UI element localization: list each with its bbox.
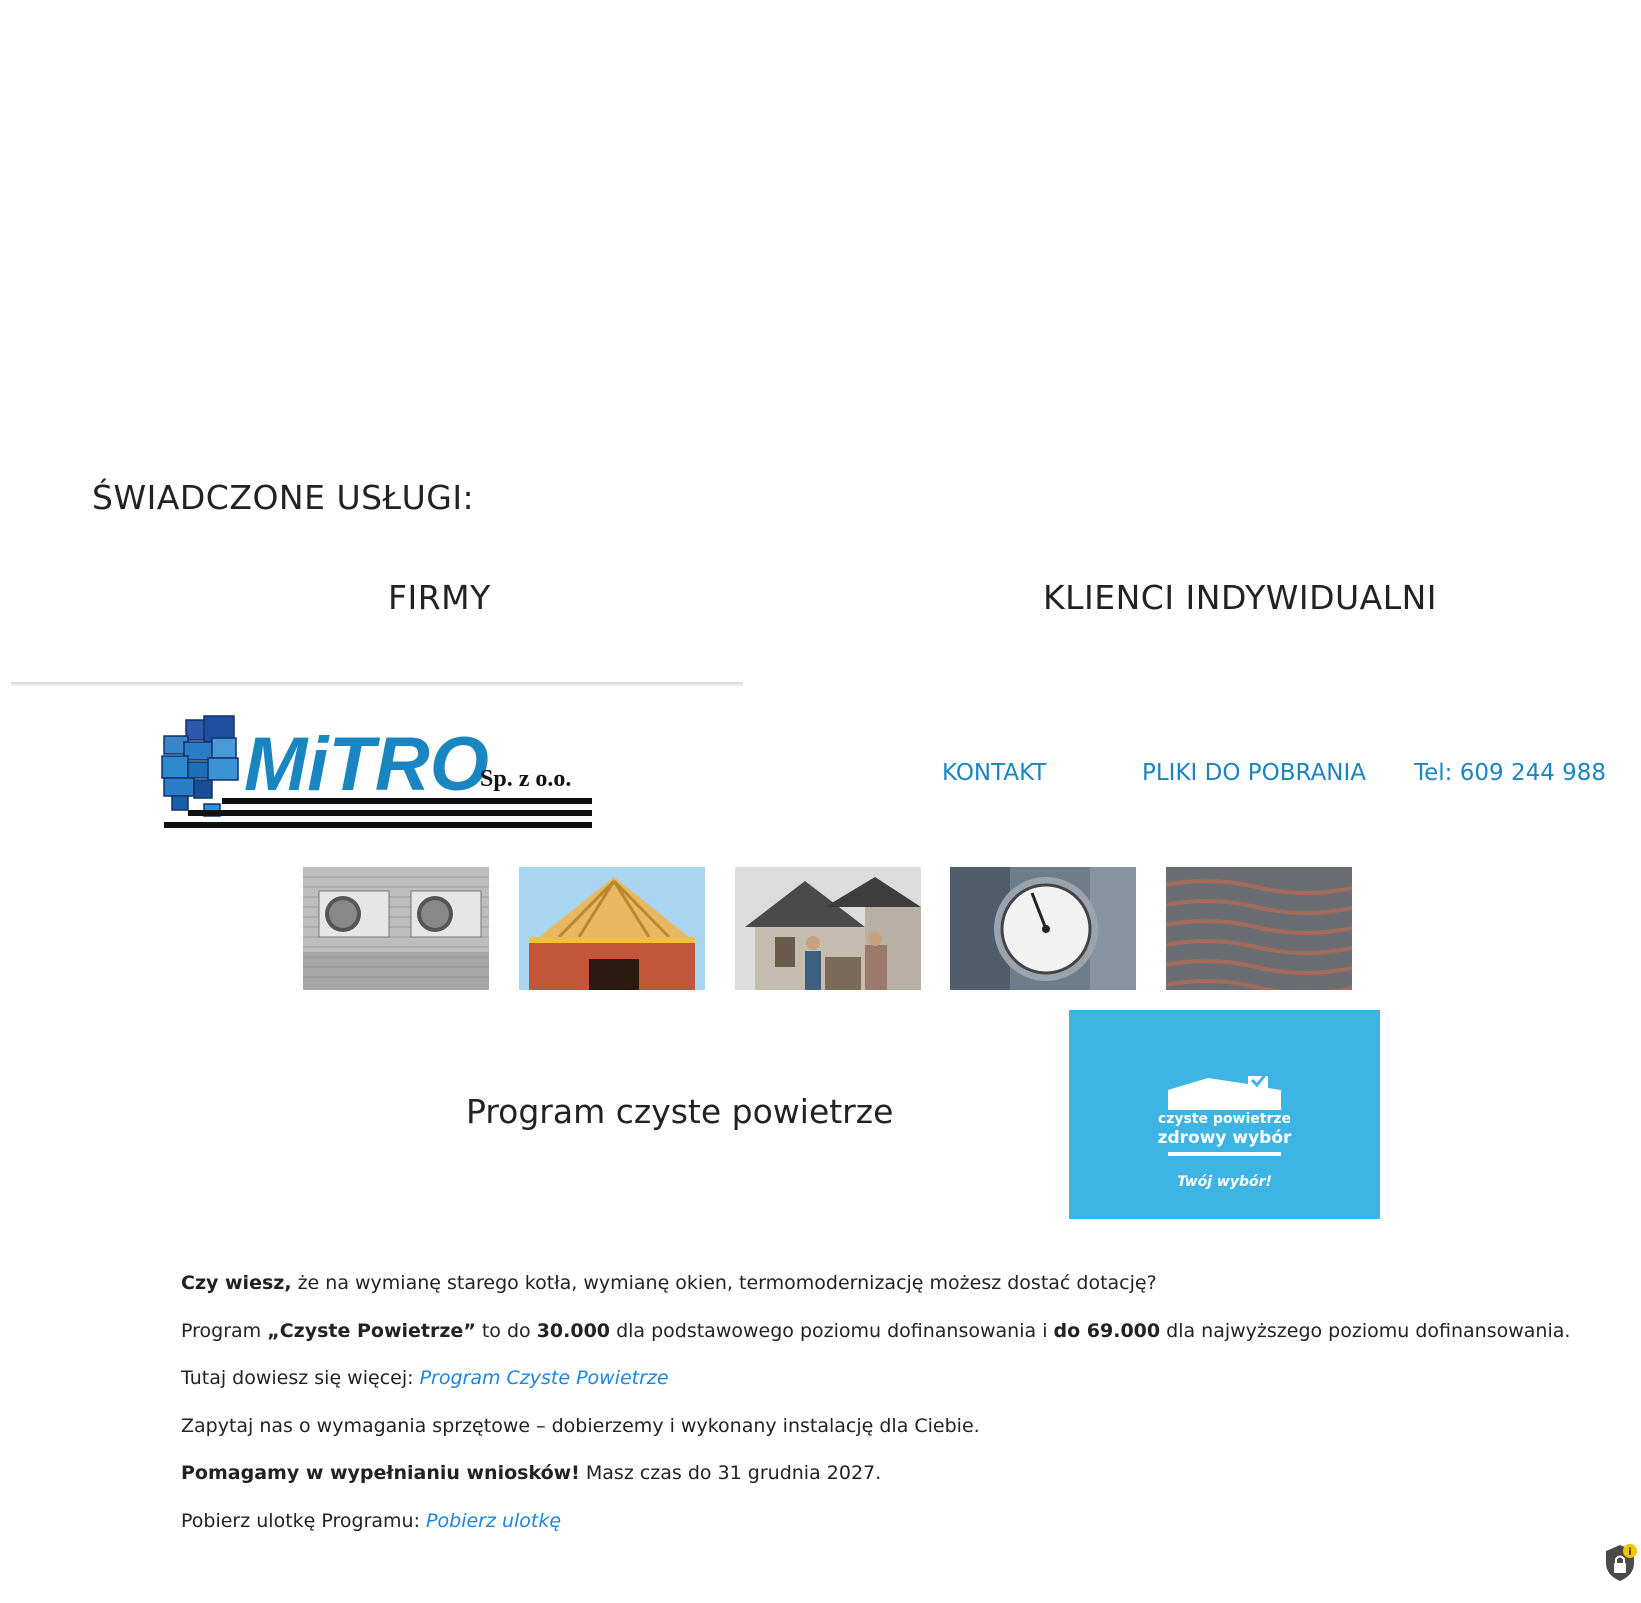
paragraph-leaflet: Pobierz ulotkę Programu: Pobierz ulotkę	[181, 1510, 561, 1532]
pressure-gauge-image[interactable]	[950, 867, 1136, 990]
roof-construction-image[interactable]	[519, 867, 705, 990]
paragraph-czy-wiesz: Czy wiesz, że na wymianę starego kotła, …	[181, 1272, 1157, 1294]
download-leaflet-link[interactable]: Pobierz ulotkę	[426, 1510, 561, 1532]
banner-line-3: Twój wybór!	[1177, 1174, 1272, 1190]
logo-suffix-text: Sp. z o.o.	[480, 766, 571, 792]
banner-line-1: czyste powietrze	[1157, 1111, 1292, 1127]
shield-lock-icon[interactable]: i	[1604, 1543, 1638, 1583]
leaflet-text: Pobierz ulotkę Programu:	[181, 1510, 427, 1532]
more-info-text: Tutaj dowiesz się więcej:	[181, 1367, 420, 1389]
house-inspection-image[interactable]	[735, 867, 921, 990]
amount-basic: 30.000	[536, 1320, 611, 1342]
nav-phone-link[interactable]: Tel: 609 244 988	[1414, 760, 1606, 786]
logo-brand-text: MiTRO	[244, 722, 489, 807]
program-prefix: Program	[181, 1320, 268, 1342]
underfloor-heating-image[interactable]	[1166, 867, 1352, 990]
paragraph-requirements: Zapytaj nas o wymagania sprzętowe – dobi…	[181, 1415, 980, 1437]
tab-firmy[interactable]: FIRMY	[388, 578, 491, 617]
air-conditioner-units-image[interactable]	[303, 867, 489, 990]
czy-wiesz-text: że na wymianę starego kotła, wymianę oki…	[291, 1272, 1157, 1294]
paragraph-applications: Pomagamy w wypełnianiu wniosków! Masz cz…	[181, 1462, 881, 1484]
program-name-bold: „Czyste Powietrze”	[267, 1320, 476, 1342]
paragraph-program-amounts: Program „Czyste Powietrze” to do 30.000 …	[181, 1320, 1570, 1342]
program-highest-text: dla najwyższego poziomu dofinansowania.	[1160, 1320, 1571, 1342]
tab-active-underline	[11, 682, 743, 686]
czy-wiesz-bold: Czy wiesz,	[181, 1272, 292, 1294]
paragraph-more-info: Tutaj dowiesz się więcej: Program Czyste…	[181, 1367, 669, 1389]
amount-highest: do 69.000	[1053, 1320, 1161, 1342]
nav-pliki-do-pobrania[interactable]: PLIKI DO POBRANIA	[1142, 760, 1366, 786]
nav-kontakt[interactable]: KONTAKT	[942, 760, 1046, 786]
czyste-powietrze-banner[interactable]: czyste powietrze zdrowy wybór Twój wybór…	[1069, 1010, 1380, 1219]
tab-klienci-indywidualni[interactable]: KLIENCI INDYWIDUALNI	[1043, 578, 1437, 617]
program-basic-text: dla podstawowego poziomu dofinansowania …	[610, 1320, 1054, 1342]
program-czyste-powietrze-link[interactable]: Program Czyste Powietrze	[420, 1367, 669, 1389]
banner-line-2: zdrowy wybór	[1157, 1128, 1292, 1148]
program-title: Program czyste powietrze	[466, 1092, 894, 1131]
house-check-icon	[1168, 1074, 1281, 1110]
company-logo[interactable]: MiTRO Sp. z o.o.	[160, 706, 595, 838]
applications-deadline: Masz czas do 31 grudnia 2027.	[579, 1462, 882, 1484]
banner-divider	[1168, 1152, 1281, 1156]
program-to-do: to do	[475, 1320, 537, 1342]
applications-bold: Pomagamy w wypełnianiu wniosków!	[181, 1462, 580, 1484]
svg-text:i: i	[1628, 1547, 1631, 1558]
services-heading: ŚWIADCZONE USŁUGI:	[92, 478, 475, 517]
